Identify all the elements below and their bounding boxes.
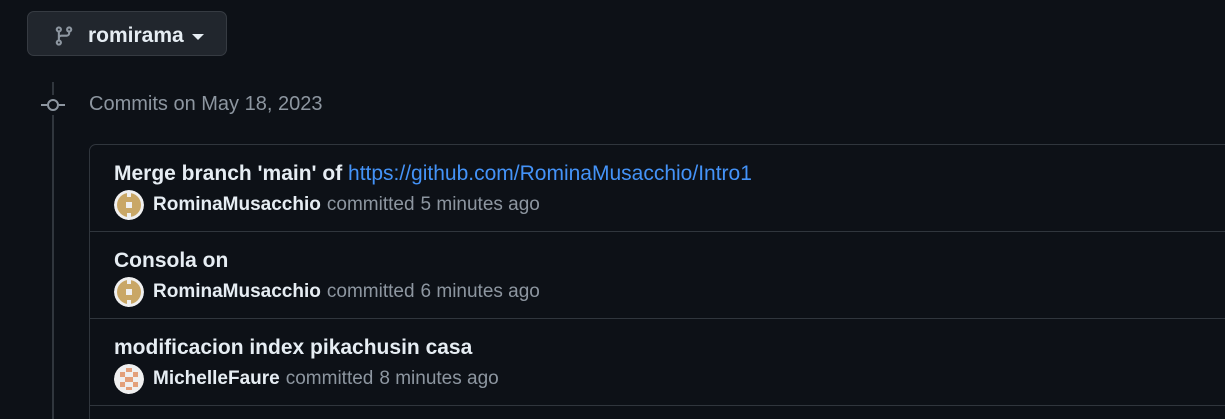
- commit-author-link[interactable]: MichelleFaure: [153, 368, 280, 390]
- timeline-line: [52, 82, 54, 419]
- commits-date-heading: Commits on May 18, 2023: [89, 93, 323, 115]
- commit-message[interactable]: modificacion index pikachusin casa: [114, 336, 472, 360]
- identicon-avatar[interactable]: [114, 277, 144, 307]
- commit-action: committed: [326, 281, 415, 302]
- chevron-down-icon: [192, 34, 204, 40]
- commit-row: modificacion index pikachusin casa Miche…: [90, 319, 1225, 406]
- identicon-avatar[interactable]: [114, 364, 144, 394]
- commit-meta: MichelleFaure committed 8 minutes ago: [114, 364, 499, 394]
- commit-row: Consola on RominaMusacchio committed 6 m…: [90, 232, 1225, 319]
- commit-row: Merge branch 'main' of https://github.co…: [90, 145, 1225, 232]
- commit-author-link[interactable]: RominaMusacchio: [153, 281, 321, 303]
- commit-action: committed: [326, 194, 415, 215]
- commit-author-link[interactable]: RominaMusacchio: [153, 194, 321, 216]
- commits-page: romirama Commits on May 18, 2023 Merge b…: [0, 0, 1225, 419]
- commit-message[interactable]: Merge branch 'main' of https://github.co…: [114, 162, 752, 186]
- commit-message-text[interactable]: Merge branch 'main' of: [114, 162, 348, 185]
- commit-message-link[interactable]: https://github.com/RominaMusacchio/Intro…: [348, 162, 752, 185]
- commit-action: committed: [285, 368, 374, 389]
- identicon-avatar[interactable]: [114, 190, 144, 220]
- commit-meta: RominaMusacchio committed 6 minutes ago: [114, 277, 540, 307]
- commit-meta: RominaMusacchio committed 5 minutes ago: [114, 190, 540, 220]
- git-branch-icon: [55, 26, 73, 46]
- commit-time[interactable]: 5 minutes ago: [421, 194, 540, 216]
- commit-time[interactable]: 8 minutes ago: [379, 368, 498, 390]
- git-commit-icon: [41, 95, 65, 115]
- branch-name: romirama: [88, 24, 184, 47]
- commit-message[interactable]: Consola on: [114, 249, 228, 273]
- branch-selector-button[interactable]: romirama: [27, 11, 227, 56]
- commit-time[interactable]: 6 minutes ago: [421, 281, 540, 303]
- commit-list: Merge branch 'main' of https://github.co…: [89, 144, 1225, 419]
